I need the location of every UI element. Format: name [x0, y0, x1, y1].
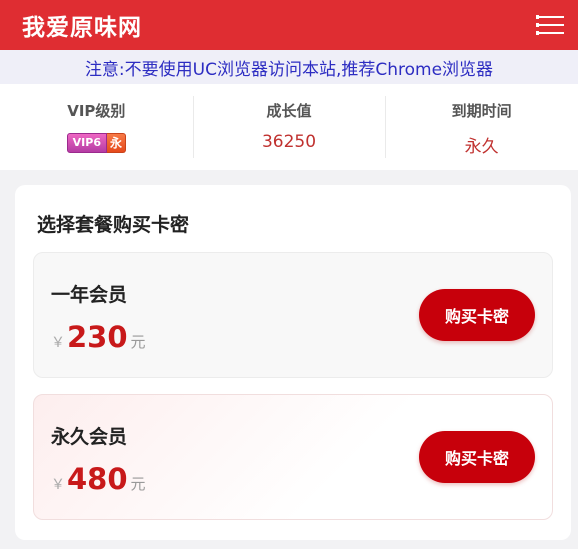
plan-panel: 选择套餐购买卡密 一年会员 ￥ 230 元 购买卡密 永久会员 ￥ 480 元 … — [15, 185, 571, 540]
expire-value: 永久 — [464, 137, 499, 157]
price-amount: 230 — [67, 320, 128, 354]
stat-growth: 成长值 36250 — [192, 84, 386, 170]
site-title[interactable]: 我爱原味网 — [22, 8, 142, 42]
stat-vip-level: VIP级别 VIP6 永 — [0, 84, 193, 170]
browser-notice: 注意:不要使用UC浏览器访问本站,推荐Chrome浏览器 — [0, 50, 578, 84]
menu-line — [536, 15, 564, 19]
header-bar: 我爱原味网 — [0, 0, 578, 50]
growth-value: 36250 — [261, 132, 317, 152]
member-stats: VIP级别 VIP6 永 成长值 36250 到期时间 永久 — [0, 84, 578, 170]
price-unit: 元 — [130, 475, 146, 493]
panel-title: 选择套餐购买卡密 — [37, 214, 190, 236]
vip-level-badge: VIP6 — [66, 133, 107, 153]
price-amount: 480 — [67, 462, 128, 496]
growth-label: 成长值 — [266, 102, 312, 120]
vip-level-label: VIP级别 — [67, 102, 126, 120]
price-unit: 元 — [130, 333, 146, 351]
vip-badges: VIP6 永 — [66, 132, 126, 154]
plan-name: 永久会员 — [51, 426, 128, 448]
menu-icon[interactable] — [536, 14, 564, 36]
plan-card-lifetime: 永久会员 ￥ 480 元 购买卡密 — [33, 394, 553, 520]
plan-price: ￥ 230 元 — [51, 320, 146, 354]
plan-price: ￥ 480 元 — [51, 462, 146, 496]
menu-line — [536, 31, 564, 35]
plan-name: 一年会员 — [51, 284, 128, 306]
stat-expire: 到期时间 永久 — [385, 84, 578, 170]
buy-card-button-yearly[interactable]: 购买卡密 — [419, 289, 535, 341]
menu-line — [536, 23, 564, 27]
forever-badge: 永 — [107, 133, 126, 153]
expire-label: 到期时间 — [451, 102, 512, 120]
plan-card-yearly: 一年会员 ￥ 230 元 购买卡密 — [33, 252, 553, 378]
currency-symbol: ￥ — [51, 477, 65, 493]
buy-card-button-lifetime[interactable]: 购买卡密 — [419, 431, 535, 483]
currency-symbol: ￥ — [51, 335, 65, 351]
